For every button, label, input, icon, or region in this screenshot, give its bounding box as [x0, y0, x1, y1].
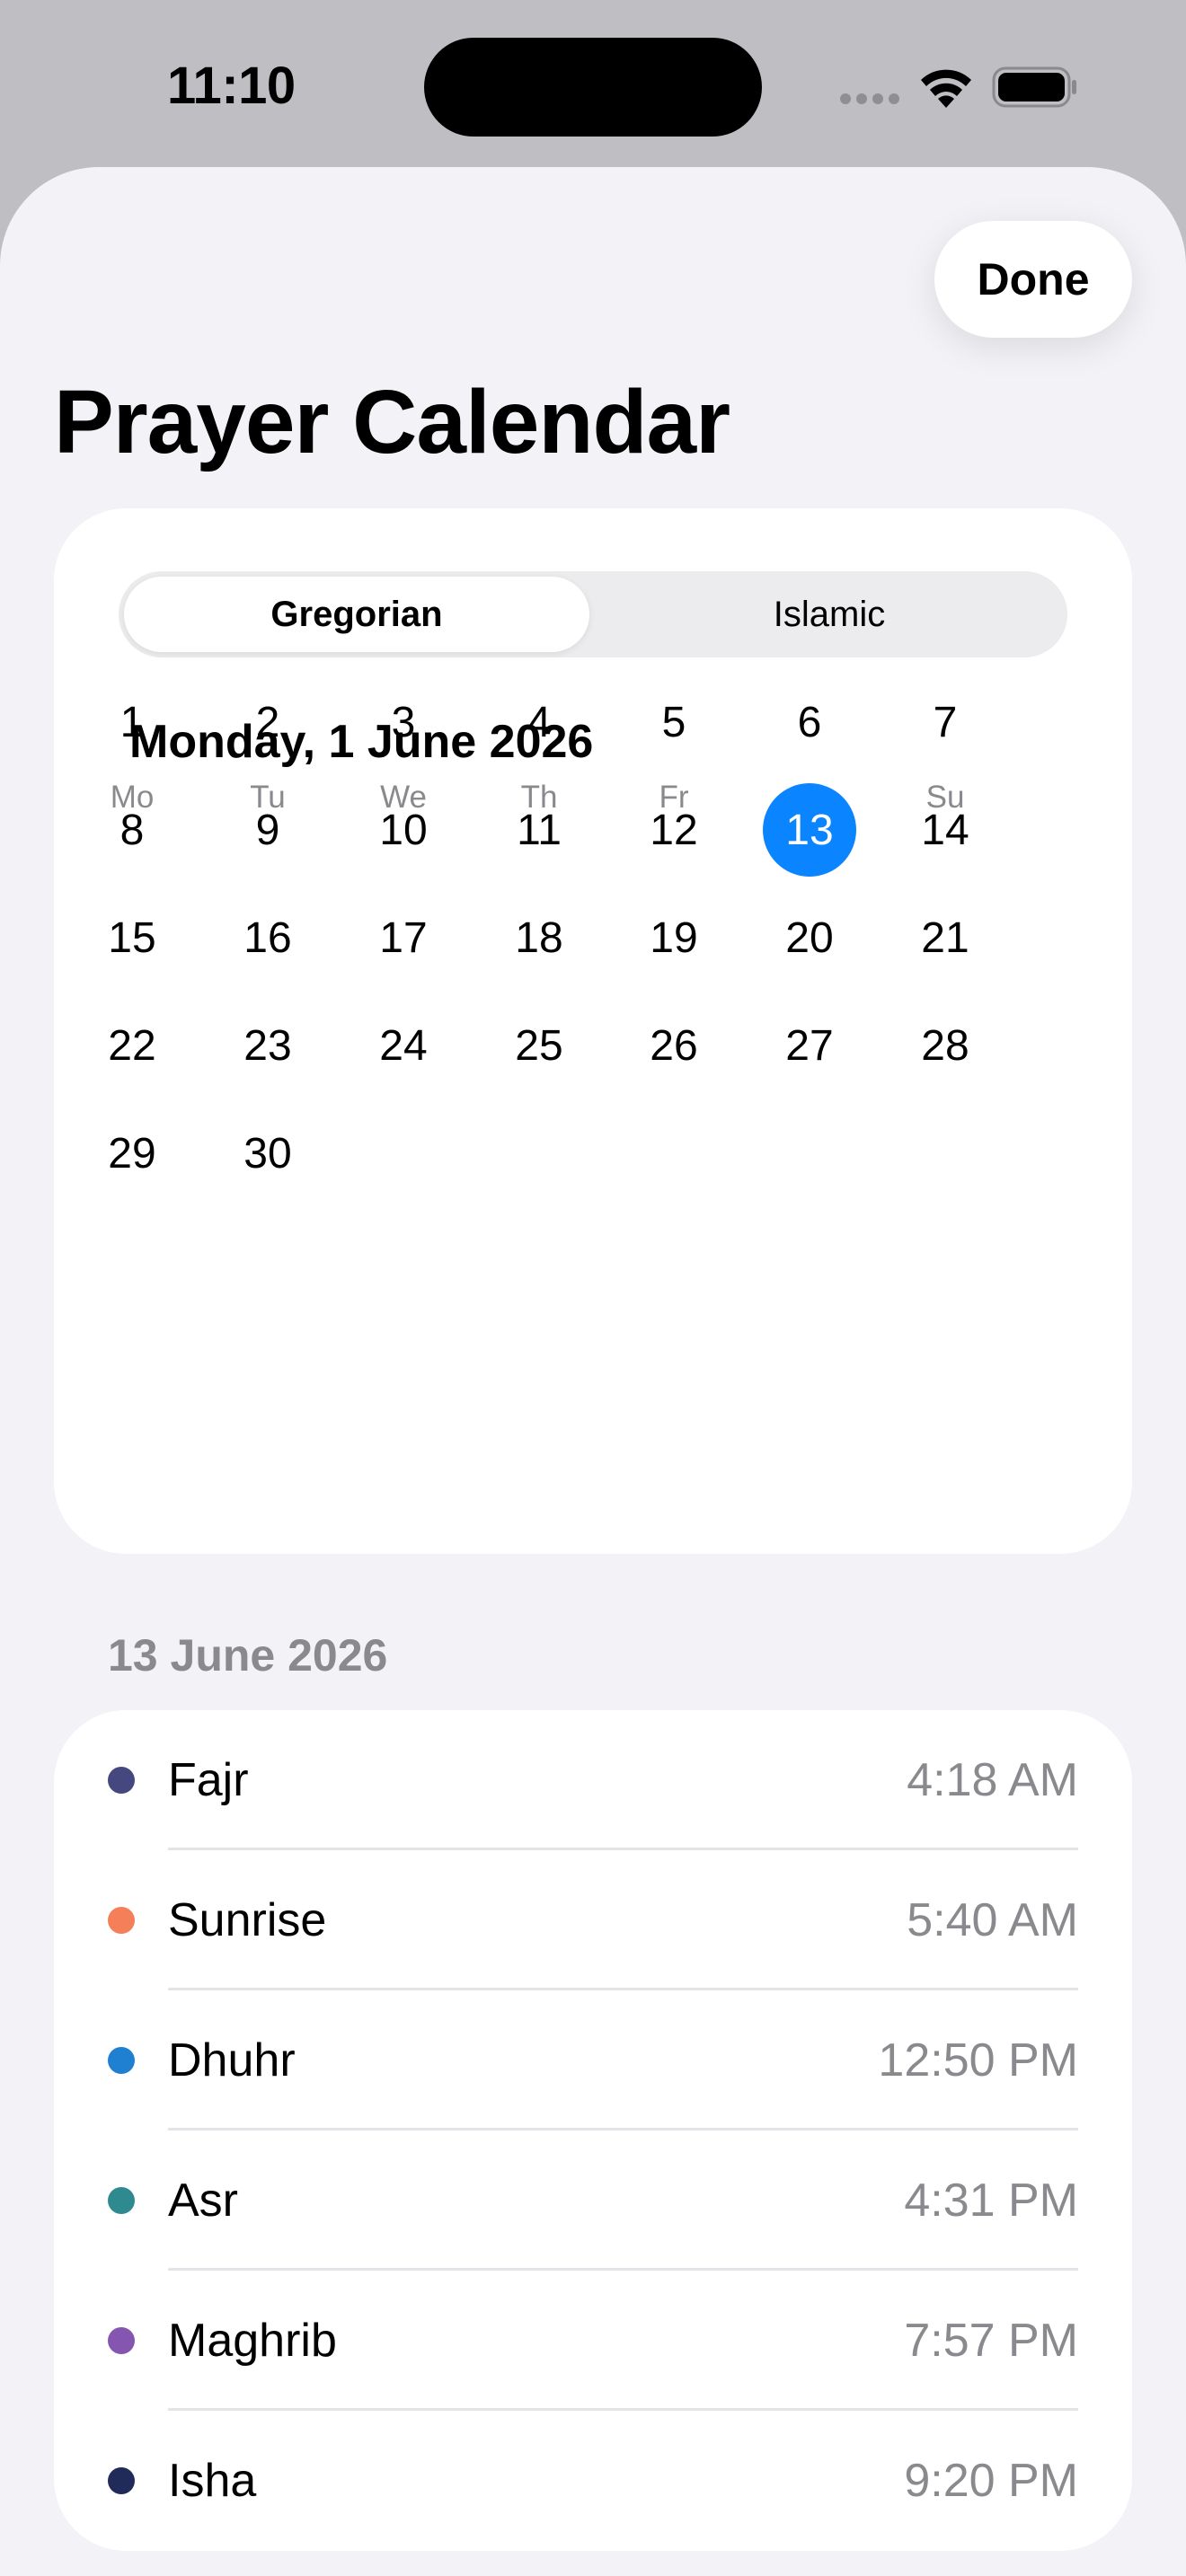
prayer-name: Sunrise	[168, 1894, 327, 1946]
calendar-day[interactable]: 21	[898, 891, 992, 984]
calendar-type-segmented-control: Gregorian Islamic	[119, 571, 1067, 657]
prayer-times-list: Fajr 4:18 AM Sunrise 5:40 AM Dhuhr 12:50 PM As…	[54, 1710, 1132, 2551]
calendar-day[interactable]: 27	[763, 999, 856, 1092]
calendar-day[interactable]: 23	[221, 999, 314, 1092]
prayer-time: 4:18 AM	[907, 1754, 1078, 1806]
prayer-color-dot-icon	[108, 2467, 135, 2494]
prayer-time: 5:40 AM	[907, 1894, 1078, 1946]
calendar-day[interactable]: 28	[898, 999, 992, 1092]
calendar-day[interactable]: 14	[898, 783, 992, 877]
calendar-day[interactable]: 12	[627, 783, 721, 877]
calendar-day[interactable]: 25	[492, 999, 586, 1092]
calendar-day[interactable]: 10	[357, 783, 450, 877]
calendar-day[interactable]: 4	[492, 675, 586, 769]
cellular-signal-icon	[840, 93, 899, 104]
calendar-day[interactable]: 15	[85, 891, 179, 984]
calendar-day[interactable]: 26	[627, 999, 721, 1092]
prayer-row-sunrise[interactable]: Sunrise 5:40 AM	[54, 1850, 1132, 1990]
prayer-row-dhuhr[interactable]: Dhuhr 12:50 PM	[54, 1990, 1132, 2130]
segment-gregorian[interactable]: Gregorian	[124, 577, 589, 652]
calendar-day[interactable]: 1	[85, 675, 179, 769]
calendar-day[interactable]: 19	[627, 891, 721, 984]
prayer-row-asr[interactable]: Asr 4:31 PM	[54, 2130, 1132, 2271]
prayer-row-maghrib[interactable]: Maghrib 7:57 PM	[54, 2271, 1132, 2411]
battery-icon	[992, 66, 1076, 108]
calendar-day[interactable]: 3	[357, 675, 450, 769]
prayer-time: 7:57 PM	[904, 2315, 1078, 2367]
prayer-name: Asr	[168, 2175, 238, 2227]
calendar-day[interactable]: 24	[357, 999, 450, 1092]
calendar-day-selected[interactable]: 13	[763, 783, 856, 877]
prayer-color-dot-icon	[108, 2187, 135, 2214]
calendar-day[interactable]: 20	[763, 891, 856, 984]
prayer-name: Dhuhr	[168, 2034, 296, 2086]
prayer-time: 12:50 PM	[878, 2034, 1078, 2086]
prayer-section-header: 13 June 2026	[108, 1630, 388, 1681]
prayer-color-dot-icon	[108, 1767, 135, 1794]
calendar-day[interactable]: 11	[492, 783, 586, 877]
calendar-day[interactable]: 18	[492, 891, 586, 984]
prayer-name: Maghrib	[168, 2315, 337, 2367]
calendar-day[interactable]: 9	[221, 783, 314, 877]
calendar-day[interactable]: 8	[85, 783, 179, 877]
prayer-name: Isha	[168, 2455, 257, 2507]
calendar-day[interactable]: 2	[221, 675, 314, 769]
prayer-time: 9:20 PM	[904, 2455, 1078, 2507]
status-time: 11:10	[167, 57, 296, 115]
prayer-name: Fajr	[168, 1754, 249, 1806]
prayer-color-dot-icon	[108, 1907, 135, 1934]
calendar-day[interactable]: 29	[85, 1107, 179, 1200]
prayer-row-fajr[interactable]: Fajr 4:18 AM	[54, 1710, 1132, 1850]
calendar-day[interactable]: 7	[898, 675, 992, 769]
wifi-icon	[921, 69, 971, 108]
prayer-color-dot-icon	[108, 2047, 135, 2074]
dynamic-island	[424, 38, 762, 137]
status-bar: 11:10	[0, 0, 1186, 167]
page-title: Prayer Calendar	[54, 372, 730, 472]
prayer-color-dot-icon	[108, 2327, 135, 2354]
calendar-day[interactable]: 22	[85, 999, 179, 1092]
calendar-day[interactable]: 17	[357, 891, 450, 984]
done-button[interactable]: Done	[934, 221, 1132, 338]
prayer-time: 4:31 PM	[904, 2175, 1078, 2227]
prayer-calendar-sheet: Done Prayer Calendar Gregorian Islamic M…	[0, 167, 1186, 2576]
prayer-row-isha[interactable]: Isha 9:20 PM	[54, 2411, 1132, 2551]
calendar-card: Gregorian Islamic Monday, 1 June 2026 Mo…	[54, 508, 1132, 1554]
calendar-day[interactable]: 30	[221, 1107, 314, 1200]
calendar-day[interactable]: 16	[221, 891, 314, 984]
segment-islamic[interactable]: Islamic	[597, 577, 1062, 652]
calendar-day[interactable]: 5	[627, 675, 721, 769]
calendar-day[interactable]: 6	[763, 675, 856, 769]
